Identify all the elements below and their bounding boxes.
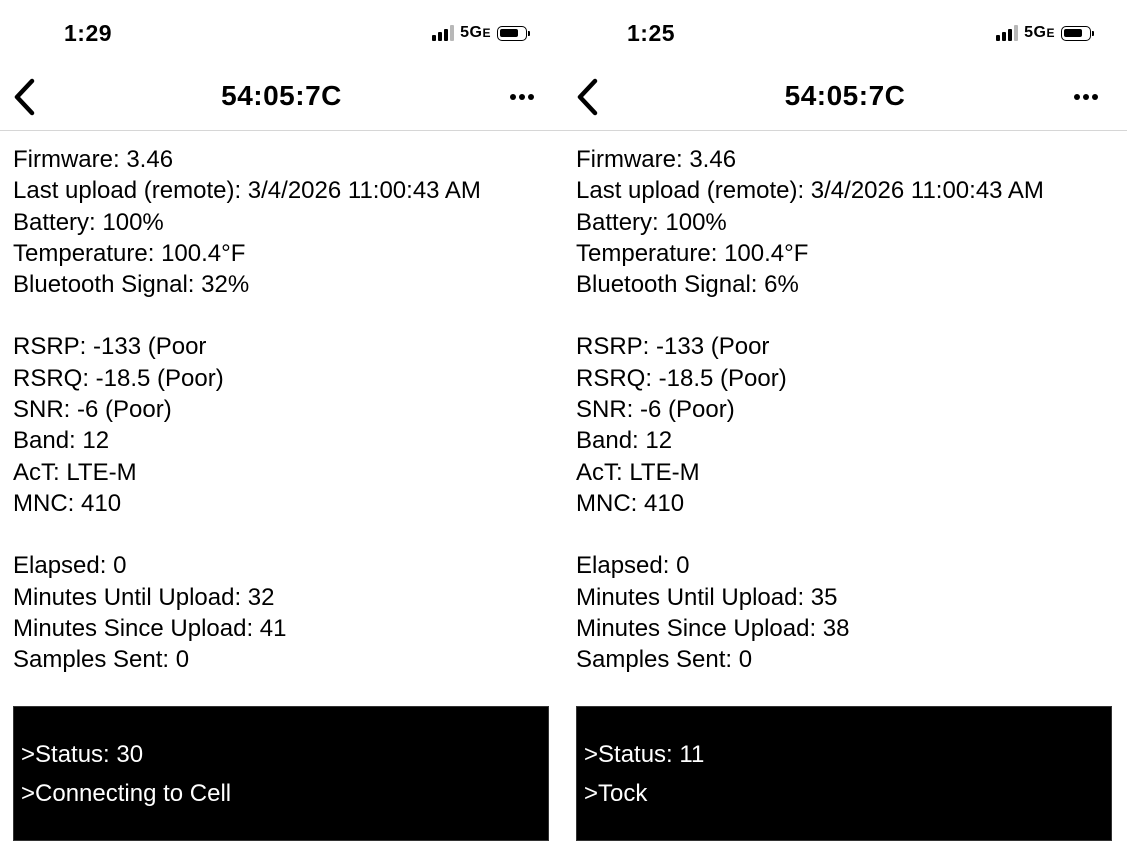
more-options-button[interactable]	[507, 84, 537, 110]
last-upload-text: Last upload (remote): 3/4/2026 11:00:43 …	[576, 177, 1044, 205]
battery-icon	[1061, 25, 1094, 41]
console-status-line: >Status: 30	[21, 741, 144, 768]
temperature-text: Temperature: 100.4°F	[13, 239, 246, 267]
mnc-text: MNC: 410	[13, 489, 122, 517]
device-title: 54:05:7C	[221, 80, 342, 111]
temperature-text: Temperature: 100.4°F	[576, 239, 809, 267]
elapsed-text: Elapsed: 0	[576, 552, 690, 580]
nav-bar: 54:05:7C	[563, 64, 1127, 131]
samples-sent-text: Samples Sent: 0	[576, 646, 753, 674]
status-bar: 1:29 5GE	[0, 0, 563, 64]
firmware-text: Firmware: 3.46	[576, 146, 737, 173]
nav-bar: 54:05:7C	[0, 64, 563, 131]
cellular-signal-icon	[432, 25, 455, 41]
device-info: Firmware: 3.46 Last upload (remote): 3/4…	[13, 144, 555, 675]
status-bar: 1:25 5GE	[563, 0, 1127, 64]
mnc-text: MNC: 410	[576, 489, 685, 517]
rsrp-text: RSRP: -133 (Poor	[13, 333, 207, 361]
minutes-until-upload-text: Minutes Until Upload: 32	[13, 583, 275, 611]
firmware-text: Firmware: 3.46	[13, 146, 174, 173]
rsrq-text: RSRQ: -18.5 (Poor)	[13, 364, 224, 392]
minutes-until-upload-text: Minutes Until Upload: 35	[576, 583, 838, 611]
battery-icon	[497, 25, 530, 41]
bluetooth-signal-text: Bluetooth Signal: 6%	[576, 271, 799, 299]
status-time: 1:29	[64, 20, 113, 46]
battery-text: Battery: 100%	[13, 208, 164, 236]
act-text: AcT: LTE-M	[13, 458, 137, 486]
minutes-since-upload-text: Minutes Since Upload: 38	[576, 614, 850, 642]
elapsed-text: Elapsed: 0	[13, 552, 127, 580]
status-time: 1:25	[627, 20, 676, 46]
snr-text: SNR: -6 (Poor)	[576, 396, 735, 424]
minutes-since-upload-text: Minutes Since Upload: 41	[13, 614, 287, 642]
samples-sent-text: Samples Sent: 0	[13, 646, 190, 674]
battery-text: Battery: 100%	[576, 208, 727, 236]
network-type-label: 5GE	[460, 24, 491, 41]
device-title: 54:05:7C	[784, 80, 906, 111]
phone-screen-right: 1:25 5GE 54:05:7C Firmware: 3.46 Last up…	[563, 0, 1127, 854]
band-text: Band: 12	[13, 427, 110, 455]
rsrp-text: RSRP: -133 (Poor	[576, 333, 770, 361]
network-type-label: 5GE	[1024, 24, 1055, 41]
status-console: >Status: 11 >Tock	[576, 706, 1112, 841]
console-status-line: >Status: 11	[584, 741, 705, 768]
snr-text: SNR: -6 (Poor)	[13, 396, 172, 424]
ellipsis-icon	[1074, 94, 1098, 100]
band-text: Band: 12	[576, 427, 673, 455]
more-options-button[interactable]	[1071, 84, 1101, 110]
status-indicators: 5GE	[996, 24, 1094, 42]
console-message-line: >Connecting to Cell	[21, 780, 232, 807]
console-message-line: >Tock	[584, 780, 648, 807]
screenshots-container: 1:29 5GE 54:05:7C Firmware: 3.46 Last up…	[0, 0, 1127, 854]
device-info: Firmware: 3.46 Last upload (remote): 3/4…	[576, 144, 1119, 675]
act-text: AcT: LTE-M	[576, 458, 700, 486]
bluetooth-signal-text: Bluetooth Signal: 32%	[13, 271, 250, 299]
status-console: >Status: 30 >Connecting to Cell	[13, 706, 549, 841]
last-upload-text: Last upload (remote): 3/4/2026 11:00:43 …	[13, 177, 481, 205]
rsrq-text: RSRQ: -18.5 (Poor)	[576, 364, 787, 392]
ellipsis-icon	[510, 94, 534, 100]
status-indicators: 5GE	[432, 24, 530, 42]
phone-screen-left: 1:29 5GE 54:05:7C Firmware: 3.46 Last up…	[0, 0, 563, 854]
cellular-signal-icon	[996, 25, 1019, 41]
